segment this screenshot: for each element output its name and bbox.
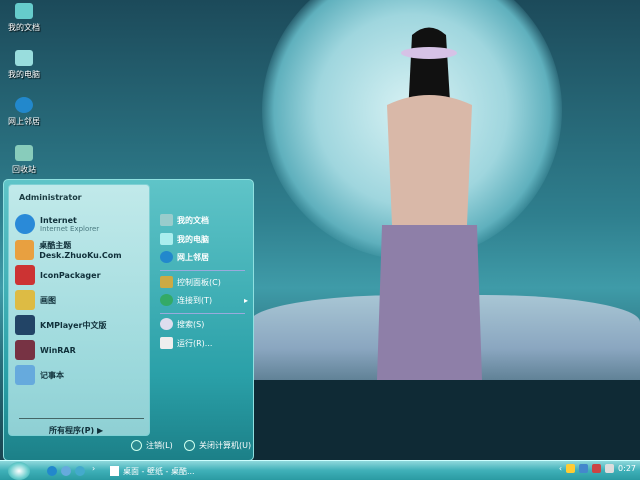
folder-icon	[15, 3, 33, 19]
network-icon[interactable]	[579, 464, 589, 473]
divider	[160, 313, 245, 314]
browser-icon[interactable]	[75, 466, 85, 476]
kmplayer-icon	[15, 315, 35, 335]
security-icon[interactable]	[592, 464, 602, 473]
iconpackager-icon	[15, 265, 35, 285]
connect-globe-icon	[160, 294, 173, 306]
paint-icon	[15, 290, 35, 310]
ie-icon	[15, 214, 35, 234]
system-tray: ‹ 0:27	[559, 464, 636, 473]
qq-penguin-icon[interactable]	[566, 464, 576, 473]
folder-icon	[160, 214, 173, 226]
menu-item-iconpackager[interactable]: IconPackager	[15, 264, 101, 286]
start-menu: Administrator Internet Internet Explorer …	[3, 179, 254, 461]
shutdown-button[interactable]: 关闭计算机(U)	[184, 440, 251, 451]
menu-item-control-panel[interactable]: 控制面板(C)	[160, 274, 221, 290]
menu-item-connect-to[interactable]: 连接到(T) ▸	[160, 292, 248, 308]
menu-item-run[interactable]: 运行(R)...	[160, 335, 212, 351]
menu-item-my-computer[interactable]: 我的电脑	[160, 231, 209, 247]
notepad-icon	[15, 365, 35, 385]
menu-item-paint[interactable]: 画图	[15, 289, 56, 311]
menu-item-network[interactable]: 网上邻居	[160, 249, 209, 265]
network-globe-icon	[15, 97, 33, 113]
volume-icon[interactable]	[605, 464, 615, 473]
menu-item-kmplayer[interactable]: KMPlayer中文版	[15, 314, 107, 336]
logoff-icon	[131, 440, 142, 451]
power-icon	[184, 440, 195, 451]
desktop-icon-my-documents[interactable]: 我的文档	[2, 3, 46, 33]
arrow-right-icon: ▸	[243, 295, 248, 305]
recycle-bin-icon	[15, 145, 33, 161]
quicklaunch-expand-button[interactable]: ›	[92, 464, 95, 473]
winrar-icon	[15, 340, 35, 360]
divider	[19, 418, 144, 419]
menu-item-my-documents[interactable]: 我的文档	[160, 212, 209, 228]
network-globe-icon	[160, 251, 173, 263]
all-programs-button[interactable]: 所有程序(P) ▶	[49, 425, 103, 436]
taskbar: › 桌面 - 壁纸 - 桌酷... ‹ 0:27	[0, 460, 640, 480]
search-magnifier-icon	[160, 318, 173, 330]
theme-icon	[15, 240, 35, 260]
menu-item-search[interactable]: 搜索(S)	[160, 316, 204, 332]
pinned-programs-pane: Administrator Internet Internet Explorer …	[8, 184, 150, 436]
menu-item-notepad[interactable]: 记事本	[15, 364, 64, 386]
menu-item-zhuoku[interactable]: 桌酷主题Desk.ZhuoKu.Com	[15, 239, 149, 261]
computer-icon	[160, 233, 173, 245]
run-icon	[160, 337, 173, 349]
user-name: Administrator	[19, 193, 82, 202]
media-player-icon[interactable]	[61, 466, 71, 476]
ground-wallpaper	[250, 380, 640, 460]
arrow-right-icon: ▶	[96, 426, 104, 435]
menu-item-internet[interactable]: Internet Internet Explorer	[15, 213, 99, 235]
computer-icon	[15, 50, 33, 66]
desktop-icon-recycle-bin[interactable]: 回收站	[2, 145, 46, 175]
start-button[interactable]	[8, 462, 30, 480]
taskbar-button-window[interactable]: 桌面 - 壁纸 - 桌酷...	[110, 464, 195, 478]
desktop-icon-network[interactable]: 网上邻居	[2, 97, 46, 127]
girl-figure-wallpaper	[377, 27, 482, 380]
control-panel-icon	[160, 276, 173, 288]
logoff-button[interactable]: 注销(L)	[131, 440, 173, 451]
folder-window-icon	[110, 466, 119, 476]
menu-item-winrar[interactable]: WinRAR	[15, 339, 76, 361]
clock[interactable]: 0:27	[618, 464, 636, 473]
tray-expand-icon[interactable]: ‹	[559, 464, 562, 473]
desktop-icon-my-computer[interactable]: 我的电脑	[2, 50, 46, 80]
divider	[160, 270, 245, 271]
ie-icon[interactable]	[47, 466, 57, 476]
